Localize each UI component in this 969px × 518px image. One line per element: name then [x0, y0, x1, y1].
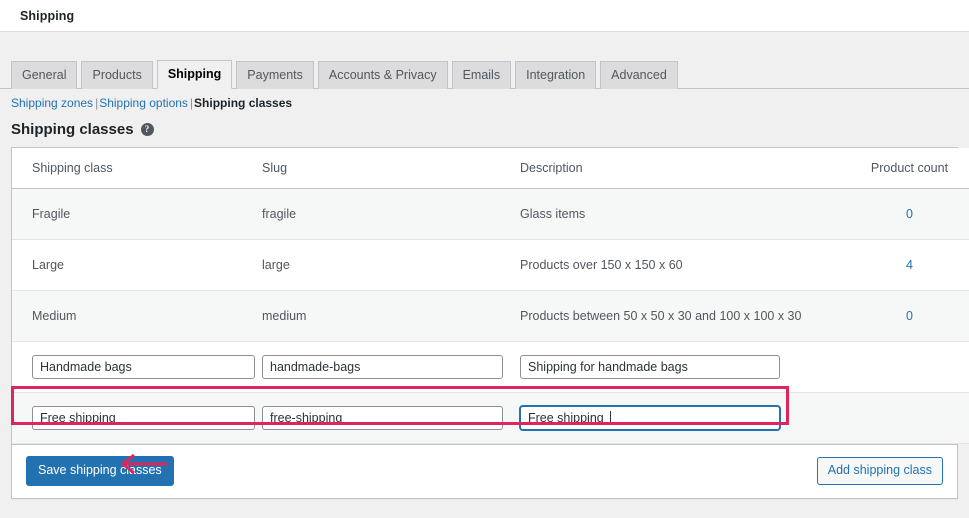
cell-description: Products over 150 x 150 x 60: [520, 239, 840, 291]
shipping-class-edit-row: [12, 392, 969, 444]
add-shipping-class-button[interactable]: Add shipping class: [816, 457, 943, 485]
cell-slug: large: [262, 239, 520, 291]
cell-slug-input: [262, 392, 520, 444]
tab-products[interactable]: Products: [81, 60, 153, 89]
tab-accounts-privacy[interactable]: Accounts & Privacy: [317, 60, 448, 89]
cell-description: Glass items: [520, 188, 840, 240]
breadcrumb-separator: |: [189, 96, 194, 110]
tab-advanced[interactable]: Advanced: [600, 60, 678, 89]
cell-product-count-empty: [840, 392, 969, 444]
product-count-link[interactable]: 0: [906, 309, 913, 323]
cell-slug: fragile: [262, 188, 520, 240]
shipping-class-description-input[interactable]: [520, 406, 780, 430]
shipping-class-edit-row: [12, 341, 969, 393]
cell-slug-input: [262, 341, 520, 393]
shipping-class-name-input[interactable]: [32, 406, 255, 430]
table-header-row: Shipping class Slug Description Product …: [12, 148, 969, 189]
table-row[interactable]: Medium medium Products between 50 x 50 x 3…: [12, 290, 969, 342]
save-shipping-classes-button[interactable]: Save shipping classes: [26, 456, 174, 486]
cell-product-count: 0: [840, 290, 969, 342]
table-row[interactable]: Fragile fragile Glass items 0: [12, 188, 969, 240]
cell-product-count: 4: [840, 239, 969, 291]
shipping-class-name-input[interactable]: [32, 355, 255, 379]
shipping-class-slug-input[interactable]: [262, 355, 503, 379]
tab-emails[interactable]: Emails: [451, 60, 512, 89]
cell-description-input: [520, 392, 840, 444]
table-body: Fragile fragile Glass items 0 Large large Prod…: [12, 188, 969, 444]
breadcrumb-shipping-classes: Shipping classes: [194, 96, 293, 110]
input-wrapper: [32, 406, 255, 430]
breadcrumb-shipping-options[interactable]: Shipping options: [99, 96, 188, 110]
cell-name-input: [12, 341, 262, 393]
cell-product-count: 0: [840, 188, 969, 240]
column-header-shipping-class[interactable]: Shipping class: [12, 148, 262, 189]
breadcrumb: Shipping zones |Shipping options |Shipping…: [0, 89, 969, 110]
product-count-link[interactable]: 0: [906, 207, 913, 221]
tab-general[interactable]: General: [11, 60, 78, 89]
input-wrapper: [520, 355, 780, 379]
shipping-class-slug-input[interactable]: [262, 406, 503, 430]
tab-shipping[interactable]: Shipping: [156, 59, 233, 89]
settings-page: General Products Shipping Payments Accounts …: [0, 32, 969, 499]
input-wrapper: [520, 406, 780, 430]
cell-shipping-class: Large: [12, 239, 262, 291]
tab-payments[interactable]: Payments: [236, 60, 314, 89]
page-heading: Shipping classes ?: [0, 110, 969, 147]
window-titlebar: Shipping: [0, 0, 969, 32]
cell-description: Products between 50 x 50 x 30 and 100 x …: [520, 290, 840, 342]
table-header: Shipping class Slug Description Product …: [12, 148, 969, 189]
cell-description-input: [520, 341, 840, 393]
shipping-classes-panel: Shipping class Slug Description Product …: [11, 147, 969, 499]
product-count-link[interactable]: 4: [906, 258, 913, 272]
text-caret: [609, 411, 611, 425]
cell-product-count-empty: [840, 341, 969, 393]
input-wrapper: [262, 406, 503, 430]
breadcrumb-shipping-zones[interactable]: Shipping zones: [11, 96, 93, 110]
cell-shipping-class: Medium: [12, 290, 262, 342]
cell-name-input: [12, 392, 262, 444]
breadcrumb-separator: |: [95, 96, 99, 110]
shipping-classes-table: Shipping class Slug Description Product …: [12, 148, 969, 444]
tab-integration[interactable]: Integration: [515, 60, 597, 89]
settings-tab-bar: General Products Shipping Payments Accounts …: [0, 32, 969, 89]
page-title: Shipping classes: [11, 121, 134, 138]
window-title: Shipping: [20, 8, 75, 23]
panel-footer: Save shipping classes Add shipping class: [12, 444, 957, 498]
column-header-description[interactable]: Description: [520, 148, 840, 189]
input-wrapper: [262, 355, 503, 379]
shipping-class-description-input[interactable]: [520, 355, 780, 379]
table-row[interactable]: Large large Products over 150 x 150 x 60 4: [12, 239, 969, 291]
column-header-product-count[interactable]: Product count: [840, 148, 969, 189]
cell-slug: medium: [262, 290, 520, 342]
column-header-slug[interactable]: Slug: [262, 148, 520, 189]
cell-shipping-class: Fragile: [12, 188, 262, 240]
help-icon[interactable]: ?: [140, 123, 154, 136]
input-wrapper: [32, 355, 255, 379]
